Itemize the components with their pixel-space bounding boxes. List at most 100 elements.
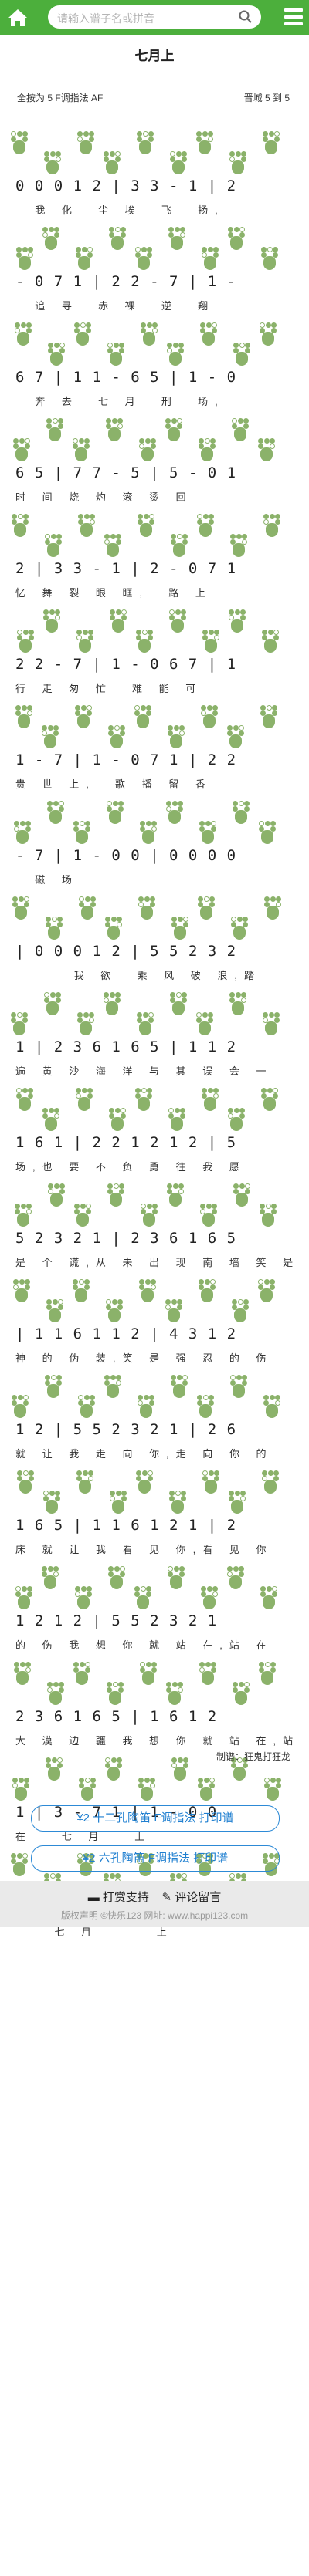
ocarina-fingering-icon [166, 801, 183, 824]
score-row: 1 6 1 | 2 2 1 2 1 2 | 5 场,也 要 不 负 勇 往 我 愿 [0, 1088, 309, 1183]
score-row: - 7 | 1 - 0 0 | 0 0 0 0 磁 场 [0, 801, 309, 896]
lyric-line: 遍 黄 沙 海 洋 与 其 误 会 一 [15, 1065, 273, 1077]
note-line: - 7 | 1 - 0 0 | 0 0 0 0 [15, 847, 237, 864]
tip-link[interactable]: 打赏支持 [103, 1891, 149, 1904]
ocarina-fingering-icon [258, 1279, 275, 1302]
ocarina-fingering-icon [43, 609, 60, 633]
ocarina-fingering-icon [263, 514, 280, 537]
ocarina-fingering-icon [79, 1778, 96, 1801]
ocarina-fingering-icon [202, 630, 219, 653]
ocarina-fingering-icon [230, 1375, 247, 1398]
ocarina-fingering-icon [104, 992, 121, 1015]
note-line: 1 | 2 3 6 1 6 5 | 1 1 2 [15, 1038, 237, 1055]
ocarina-fingering-icon [78, 1395, 95, 1418]
ocarina-fingering-icon [15, 1586, 32, 1609]
ocarina-fingering-icon [137, 131, 154, 154]
ocarina-fingering-icon [76, 1470, 93, 1494]
ocarina-fingering-icon [167, 343, 184, 366]
note-line: 2 | 3 3 - 1 | 2 - 0 7 1 [15, 560, 237, 577]
ocarina-fingering-icon [12, 1395, 29, 1418]
fingering-row [11, 131, 298, 177]
ocarina-fingering-icon [169, 1491, 186, 1514]
lyric-line: 贵 世 上, 歌 播 留 香 [15, 778, 212, 790]
ocarina-fingering-icon [171, 1757, 188, 1781]
fingering-row [11, 418, 298, 464]
ocarina-fingering-icon [76, 1088, 93, 1111]
fingering-row [11, 227, 298, 273]
note-line: 6 7 | 1 1 - 6 5 | 1 - 0 [15, 369, 237, 386]
comment-link[interactable]: 评论留言 [175, 1891, 221, 1904]
ocarina-fingering-icon [168, 1566, 185, 1589]
ocarina-fingering-icon [233, 1183, 250, 1207]
ocarina-fingering-icon [261, 1088, 278, 1111]
score-row: 0 0 0 1 2 | 3 3 - 1 | 2 我 化 尘 埃 飞 扬, [0, 131, 309, 227]
ocarina-fingering-icon [262, 630, 279, 653]
ocarina-fingering-icon [46, 1299, 63, 1322]
ocarina-fingering-icon [46, 418, 63, 441]
ocarina-fingering-icon [141, 322, 158, 346]
ocarina-fingering-icon [229, 609, 246, 633]
lyric-line: 大 漠 边 疆 我 想 你 就 站 在,站 [15, 1735, 301, 1747]
ocarina-fingering-icon [46, 917, 63, 940]
ocarina-fingering-icon [202, 1470, 219, 1494]
ocarina-fingering-icon [15, 1204, 32, 1227]
ocarina-fingering-icon [107, 1183, 124, 1207]
search-box[interactable]: 请输入谱子名或拼音 [48, 5, 261, 29]
ocarina-fingering-icon [110, 609, 127, 633]
ocarina-fingering-icon [170, 992, 187, 1015]
fingering-row [11, 1375, 298, 1421]
ocarina-fingering-icon [17, 1470, 34, 1494]
ocarina-fingering-icon [263, 131, 280, 154]
menu-icon[interactable] [284, 8, 303, 25]
ocarina-fingering-icon [109, 1108, 126, 1131]
ocarina-fingering-icon [77, 131, 94, 154]
lyric-line: 就 让 我 走 向 你,走 向 你 的 [15, 1448, 273, 1460]
note-line: 1 6 5 | 1 1 6 1 2 1 | 2 [15, 1517, 237, 1534]
ocarina-fingering-icon [199, 438, 216, 461]
fingering-row [11, 1279, 298, 1325]
note-line: 6 5 | 7 7 - 5 | 5 - 0 1 [15, 464, 237, 481]
ocarina-fingering-icon [109, 227, 126, 250]
score-row: 1 | 2 3 6 1 6 5 | 1 1 2 遍 黄 沙 海 洋 与 其 误 会… [0, 992, 309, 1088]
ocarina-fingering-icon [77, 1012, 94, 1035]
range-info: 晋城 5 到 5 [243, 93, 290, 103]
ocarina-fingering-icon [107, 801, 124, 824]
top-bar: 请输入谱子名或拼音 [0, 0, 309, 35]
print-six-hole-button[interactable]: ¥2 六孔陶笛 F调指法 打印谱 [31, 1845, 280, 1872]
ocarina-fingering-icon [168, 227, 185, 250]
ocarina-fingering-icon [104, 534, 121, 557]
score-row: 5 2 3 2 1 | 2 3 6 1 6 5 是 个 谎,从 未 出 现 南 墙… [0, 1183, 309, 1279]
ocarina-fingering-icon [168, 1108, 185, 1131]
fingering-row [11, 514, 298, 560]
ocarina-fingering-icon [11, 1012, 28, 1035]
print-twelve-hole-button[interactable]: ¥2 十二孔陶笛 F调指法 打印谱 [31, 1805, 280, 1832]
ocarina-fingering-icon [78, 514, 95, 537]
lyric-line: 我 欲 乘 风 破 浪,踏 [15, 970, 261, 981]
ocarina-fingering-icon [74, 322, 91, 346]
ocarina-fingering-icon [73, 1279, 90, 1302]
ocarina-fingering-icon [104, 151, 121, 174]
note-line: 5 2 3 2 1 | 2 3 6 1 6 5 [15, 1230, 237, 1247]
ocarina-fingering-icon [47, 801, 64, 824]
search-icon[interactable] [238, 9, 253, 25]
ocarina-fingering-icon [42, 1108, 59, 1131]
note-line: 1 2 | 5 5 2 3 2 1 | 2 6 [15, 1421, 237, 1438]
ocarina-fingering-icon [75, 705, 92, 728]
search-input[interactable]: 请输入谱子名或拼音 [57, 11, 154, 26]
ocarina-fingering-icon [260, 705, 277, 728]
ocarina-fingering-icon [165, 1299, 182, 1322]
ocarina-fingering-icon [196, 131, 213, 154]
ocarina-fingering-icon [42, 227, 59, 250]
ocarina-fingering-icon [13, 438, 30, 461]
ocarina-fingering-icon [13, 1279, 30, 1302]
ocarina-fingering-icon [45, 1375, 62, 1398]
home-icon[interactable] [6, 6, 29, 29]
ocarina-fingering-icon [138, 1778, 155, 1801]
score-row: | 0 0 0 1 2 | 5 5 2 3 2 我 欲 乘 风 破 浪,踏 [0, 896, 309, 992]
ocarina-fingering-icon [260, 1586, 277, 1609]
ocarina-fingering-icon [73, 438, 90, 461]
lyric-line: 奔 去 七 月 刑 场, [15, 396, 225, 407]
ocarina-fingering-icon [263, 1395, 280, 1418]
ocarina-fingering-icon [45, 534, 62, 557]
ocarina-fingering-icon [263, 1012, 280, 1035]
